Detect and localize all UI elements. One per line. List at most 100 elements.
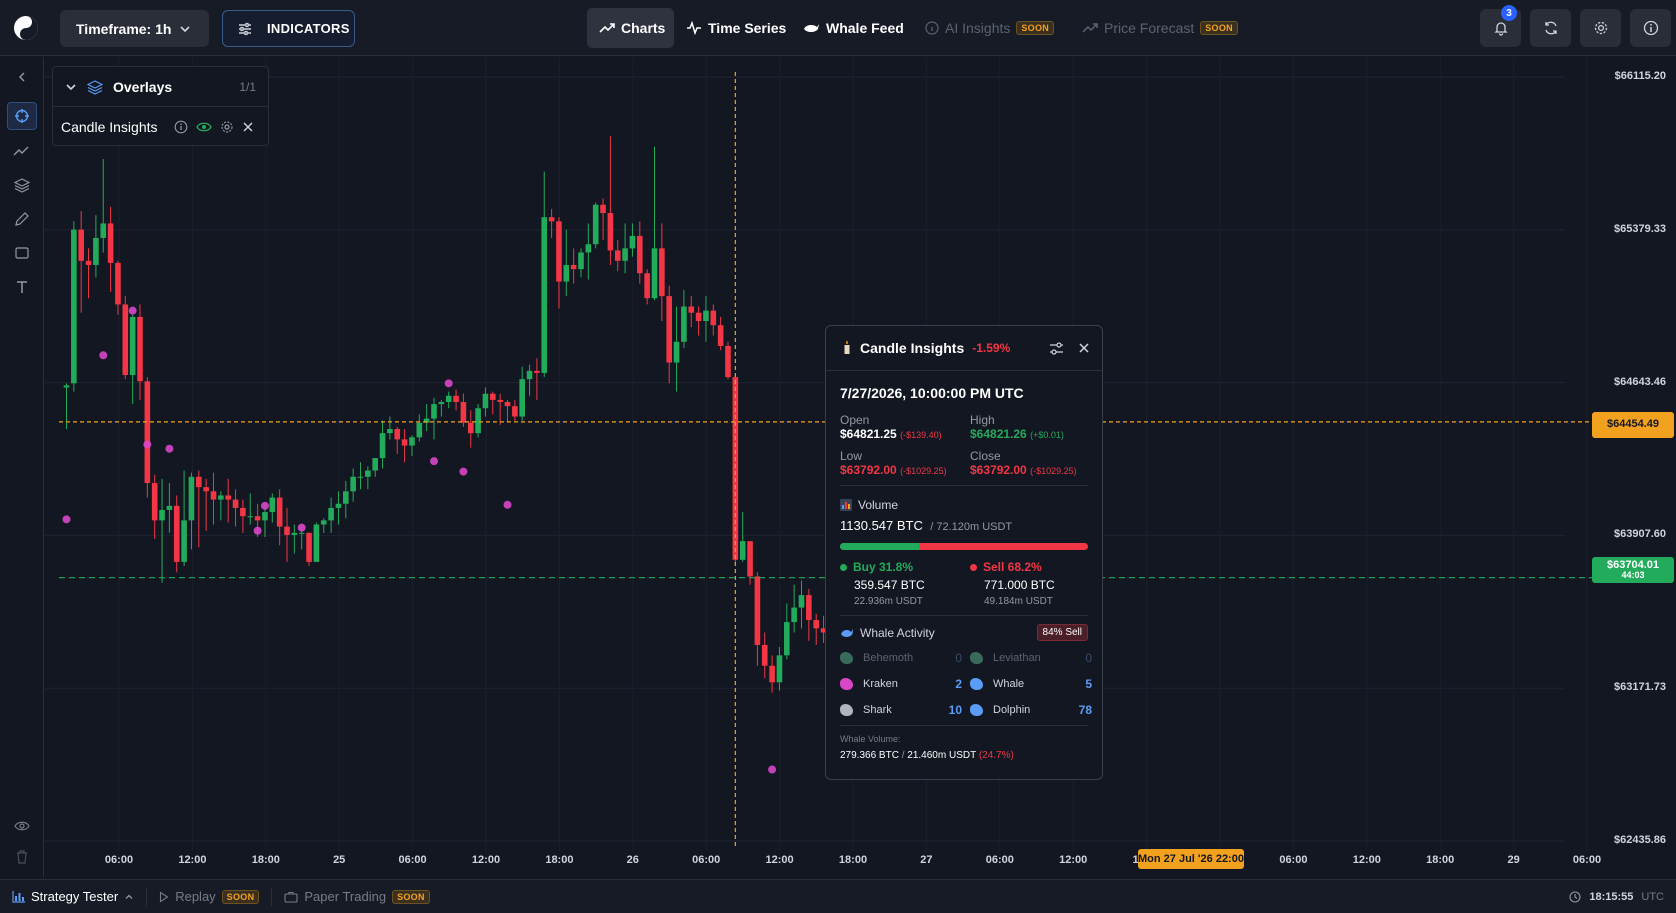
kraken-marker-icon — [768, 765, 777, 774]
nav-time-series-label: Time Series — [708, 20, 787, 36]
pulse-icon — [687, 21, 701, 35]
gear-icon[interactable] — [220, 120, 234, 134]
whale-activity-header: Whale Activity 84% Sell — [826, 624, 1102, 641]
candle-body — [129, 316, 136, 376]
candle-body — [313, 524, 320, 562]
candle-body — [445, 395, 452, 403]
overlays-header[interactable]: Overlays 1/1 — [53, 67, 268, 107]
candle-body — [526, 370, 533, 380]
sell-label: Sell 68.2% — [983, 560, 1042, 574]
overlay-item-candle-insights[interactable]: Candle Insights — [53, 107, 268, 146]
high-label: High — [970, 413, 995, 427]
filter-settings-icon[interactable] — [1049, 341, 1064, 355]
time-axis-label: 06:00 — [692, 854, 721, 866]
sell-dot-icon — [970, 563, 977, 571]
popup-change: -1.59% — [972, 341, 1011, 355]
indicators-button[interactable]: INDICATORS — [222, 10, 355, 47]
soon-badge: SOON — [1200, 21, 1238, 35]
high-value: $64821.26 (+$0.01) — [970, 427, 1100, 441]
collapse-sidebar-button[interactable] — [7, 63, 37, 91]
nav-price-forecast-label: Price Forecast — [1104, 20, 1195, 36]
species-count: 5 — [1085, 677, 1092, 691]
sell-usdt: 49.184m USDT — [984, 596, 1053, 607]
bottom-bar: Strategy Tester Replay SOON Paper Tradin… — [0, 879, 1676, 913]
buy-dot-icon — [840, 563, 847, 571]
info-icon[interactable] — [174, 120, 188, 134]
buy-pct: Buy 31.8% — [840, 560, 970, 574]
settings-button[interactable] — [1580, 9, 1621, 47]
candle-body — [218, 495, 224, 500]
time-axis-label: 12:00 — [765, 854, 794, 866]
shape-tool[interactable] — [7, 239, 37, 267]
kraken-marker-icon — [430, 457, 438, 466]
close-price: $63792.00 — [970, 463, 1027, 477]
soon-badge: SOON — [221, 889, 260, 904]
notifications-button[interactable]: 3 — [1480, 5, 1521, 47]
info-button[interactable] — [1630, 9, 1671, 47]
visibility-toggle[interactable] — [7, 812, 37, 840]
nav-price-forecast[interactable]: Price Forecast SOON — [1082, 8, 1238, 48]
nav-charts[interactable]: Charts — [587, 8, 674, 48]
divider — [840, 485, 1088, 486]
nav-whale-feed[interactable]: Whale Feed — [803, 8, 904, 48]
close-icon[interactable] — [1078, 342, 1090, 354]
nav-ai-insights[interactable]: AI Insights SOON — [925, 8, 1055, 48]
candle-body — [196, 476, 202, 488]
crosshair-tool[interactable] — [7, 102, 37, 130]
candle-body — [100, 223, 107, 238]
candle-body — [254, 516, 261, 521]
paper-trading-tab[interactable]: Paper Trading SOON — [272, 880, 441, 913]
candle-body — [262, 512, 268, 521]
eye-icon[interactable] — [195, 121, 212, 133]
layers-tool[interactable] — [7, 171, 37, 199]
yin-yang-logo-icon[interactable] — [14, 16, 38, 40]
candle-body — [512, 406, 518, 417]
countdown-value: 44:03 — [1621, 570, 1645, 581]
candle-body — [188, 476, 195, 521]
whale-icon — [970, 678, 983, 690]
crosshair-price-tag: $64454.49 — [1592, 412, 1674, 438]
delete-drawings-button[interactable] — [7, 843, 37, 871]
candle-body — [651, 248, 658, 299]
candle-body — [659, 248, 665, 297]
candle-body — [703, 310, 709, 322]
brush-tool[interactable] — [7, 205, 37, 233]
candle-body — [291, 532, 298, 535]
strategy-tester-tab[interactable]: Strategy Tester — [0, 880, 146, 913]
candle-body — [122, 304, 129, 376]
candle-insights-popup: Candle Insights -1.59% 7/27/2026, 10:00:… — [825, 325, 1103, 780]
species-name: Shark — [863, 704, 892, 716]
indicators-label: INDICATORS — [267, 21, 350, 36]
candle-body — [519, 379, 525, 417]
behemoth-icon — [840, 652, 853, 664]
clock[interactable]: 18:15:55 UTC — [1569, 891, 1664, 903]
chevron-up-icon — [125, 894, 133, 899]
time-axis-label: 06:00 — [1572, 854, 1602, 866]
candle-body — [335, 503, 342, 508]
kraken-marker-icon — [459, 467, 468, 476]
species-count: 0 — [955, 651, 962, 665]
candle-body — [681, 306, 687, 342]
bar-chart-icon — [840, 499, 852, 511]
replay-tab[interactable]: Replay SOON — [147, 880, 271, 913]
trend-up-icon — [1082, 23, 1098, 33]
overlays-count: 1/1 — [239, 79, 256, 94]
close-icon[interactable] — [242, 121, 254, 133]
nav-time-series[interactable]: Time Series — [686, 8, 786, 48]
low-label: Low — [840, 449, 863, 463]
text-tool[interactable] — [7, 273, 37, 301]
price-axis-label: $66115.20 — [1614, 70, 1666, 82]
candle-body — [614, 250, 621, 261]
open-diff: (-$139.40) — [900, 430, 942, 440]
trendline-icon — [13, 146, 29, 156]
candle-body — [791, 607, 797, 623]
timeframe-dropdown[interactable]: Timeframe: 1h — [60, 10, 209, 47]
dolphin-icon — [970, 704, 983, 716]
candle-body — [225, 495, 231, 500]
kraken-marker-icon — [297, 523, 306, 532]
trendline-tool[interactable] — [7, 137, 37, 165]
refresh-button[interactable] — [1530, 9, 1571, 47]
sell-btc: 771.000 BTC — [984, 578, 1055, 592]
time-axis-label: 18:00 — [545, 854, 574, 866]
kraken-marker-icon — [62, 515, 71, 524]
